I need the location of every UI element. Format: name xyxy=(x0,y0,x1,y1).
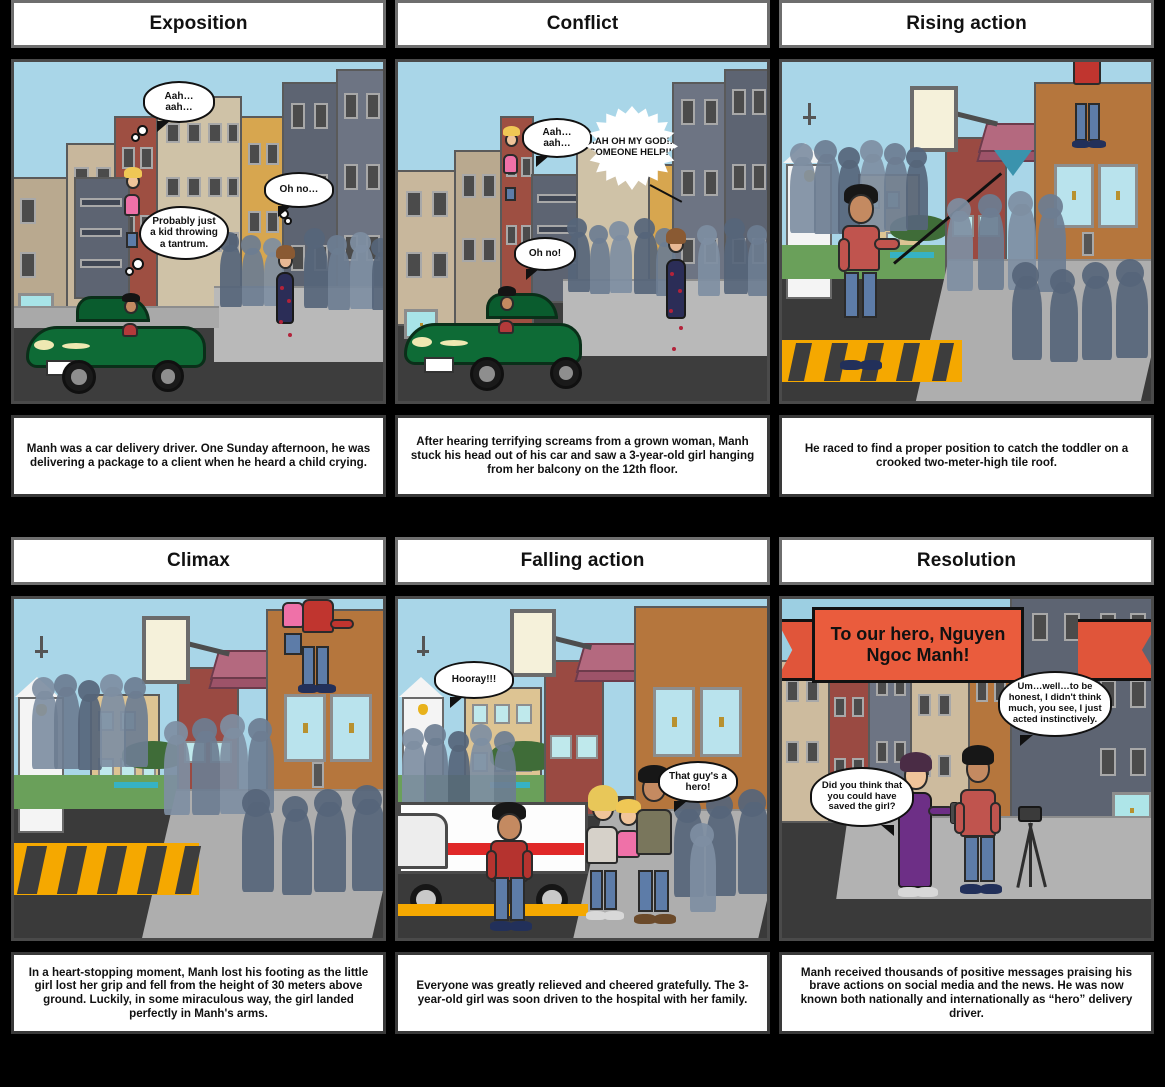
bubble-tail-icon xyxy=(535,156,549,167)
bubble-tail-icon xyxy=(881,825,894,836)
panel-rising-action[interactable]: Rising action He raced to find a proper … xyxy=(779,0,1154,497)
panel-title-box-rising-action: Rising action xyxy=(779,0,1154,48)
speech-bubble-crowd-hooray: Hooray!!! xyxy=(434,661,514,708)
panel-caption-rising-action: He raced to find a proper position to ca… xyxy=(804,442,1129,469)
speech-bubble-hero-answer: Um…well…to be honest, I didn't think muc… xyxy=(998,671,1112,746)
speech-bubble-bystander-ohno-text: Oh no… xyxy=(279,184,319,196)
panel-title-box-resolution: Resolution xyxy=(779,537,1154,585)
hero-banner: To our hero, Nguyen Ngoc Manh! xyxy=(812,607,1024,683)
panel-art-conflict: Aah… aah… AAH OH MY GOD!!! SOMEONE HELP!… xyxy=(395,59,770,404)
speech-bubble-onlooker-hero-text: That guy's a hero! xyxy=(669,770,727,793)
panel-caption-falling-action: Everyone was greatly relieved and cheere… xyxy=(416,979,749,1006)
speech-bubble-reporter-question: Did you think that you could have saved … xyxy=(810,767,914,836)
speech-bubble-driver-thought-text: Probably just a kid throwing a tantrum. xyxy=(150,215,218,250)
speech-bubble-driver-ohno-text: Oh no! xyxy=(528,248,562,260)
speech-bubble-bystander-ohno: Oh no… xyxy=(264,172,334,217)
panel-caption-resolution: Manh received thousands of positive mess… xyxy=(800,965,1133,1020)
bubble-tail-icon xyxy=(1019,735,1033,746)
panel-resolution[interactable]: Resolution To our hero, Nguyen Ngoc Manh… xyxy=(779,537,1154,1034)
panel-art-exposition: Aah… aah… Oh no… Probably just a kid thr… xyxy=(11,59,386,404)
speech-bubble-girl-cry: Aah… aah… xyxy=(143,81,215,132)
panel-caption-box-resolution: Manh received thousands of positive mess… xyxy=(779,952,1154,1034)
panel-art-falling-action: Hooray!!! That guy's a hero! xyxy=(395,596,770,941)
panel-caption-box-conflict: After hearing terrifying screams from a … xyxy=(395,415,770,497)
panel-falling-action[interactable]: Falling action Hooray!!! That guy's a he… xyxy=(395,537,770,1034)
panel-art-resolution: To our hero, Nguyen Ngoc Manh! Um…well…t… xyxy=(779,596,1154,941)
panel-art-climax xyxy=(11,596,386,941)
panel-climax[interactable]: Climax In a heart-stopping moment, Manh … xyxy=(11,537,386,1034)
panel-title-resolution: Resolution xyxy=(916,550,1017,571)
panel-title-box-climax: Climax xyxy=(11,537,386,585)
bubble-tail-icon xyxy=(673,801,687,812)
panel-title-box-falling-action: Falling action xyxy=(395,537,770,585)
panel-caption-climax: In a heart-stopping moment, Manh lost hi… xyxy=(28,965,369,1020)
bubble-tail-icon xyxy=(449,697,463,708)
speech-bubble-reporter-question-text: Did you think that you could have saved … xyxy=(821,779,903,813)
speech-bubble-woman-scream-text: AAH OH MY GOD!!! SOMEONE HELP!!! xyxy=(588,136,676,158)
speech-bubble-girl-cry-text: Aah… aah… xyxy=(164,90,194,113)
panel-caption-box-climax: In a heart-stopping moment, Manh lost hi… xyxy=(11,952,386,1034)
bubble-tail-icon xyxy=(157,121,171,132)
speech-bubble-driver-thought: Probably just a kid throwing a tantrum. xyxy=(139,206,229,260)
panel-title-falling-action: Falling action xyxy=(520,550,645,571)
panel-exposition[interactable]: Exposition Aah… aah… Oh no… Probably jus… xyxy=(11,0,386,497)
panel-caption-box-exposition: Manh was a car delivery driver. One Sund… xyxy=(11,415,386,497)
speech-bubble-onlooker-hero: That guy's a hero! xyxy=(658,761,738,812)
speech-bubble-girl-cry: Aah… aah… xyxy=(522,118,592,167)
panel-caption-box-falling-action: Everyone was greatly relieved and cheere… xyxy=(395,952,770,1034)
panel-title-rising-action: Rising action xyxy=(906,13,1027,34)
speech-bubble-driver-ohno: Oh no! xyxy=(514,237,576,280)
hero-banner-text: To our hero, Nguyen Ngoc Manh! xyxy=(830,624,1006,665)
bubble-tail-icon xyxy=(277,206,291,217)
panel-title-conflict: Conflict xyxy=(546,13,619,34)
storyboard-row-1: Exposition Aah… aah… Oh no… Probably jus… xyxy=(0,0,1165,520)
storyboard-row-2: Climax In a heart-stopping moment, Manh … xyxy=(0,537,1165,1087)
panel-title-box-conflict: Conflict xyxy=(395,0,770,48)
bubble-tail-icon xyxy=(526,269,540,280)
panel-title-exposition: Exposition xyxy=(149,13,248,34)
panel-title-climax: Climax xyxy=(167,550,230,571)
panel-title-box-exposition: Exposition xyxy=(11,0,386,48)
speech-bubble-crowd-hooray-text: Hooray!!! xyxy=(451,674,497,686)
panel-art-rising-action xyxy=(779,59,1154,404)
storyboard: Exposition Aah… aah… Oh no… Probably jus… xyxy=(0,0,1165,1087)
panel-conflict[interactable]: Conflict Aah… aah… AAH OH MY GOD!!! SOME… xyxy=(395,0,770,497)
speech-bubble-hero-answer-text: Um…well…to be honest, I didn't think muc… xyxy=(1008,681,1102,725)
speech-bubble-girl-cry-text: Aah… aah… xyxy=(542,126,572,149)
panel-caption-conflict: After hearing terrifying screams from a … xyxy=(410,435,755,476)
panel-caption-exposition: Manh was a car delivery driver. One Sund… xyxy=(26,442,371,469)
panel-caption-box-rising-action: He raced to find a proper position to ca… xyxy=(779,415,1154,497)
